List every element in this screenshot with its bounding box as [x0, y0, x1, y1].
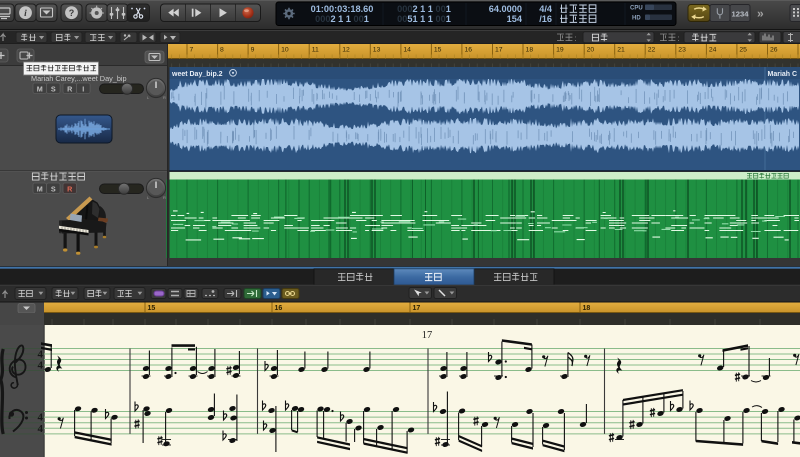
- svg-text:7: 7: [190, 47, 194, 54]
- svg-text:18: 18: [526, 47, 534, 54]
- svg-text:16: 16: [275, 305, 283, 312]
- svg-text:9: 9: [251, 47, 255, 54]
- svg-text:0002 1 1 001: 0002 1 1 001: [397, 4, 451, 14]
- svg-text:CPU: CPU: [630, 6, 643, 12]
- svg-text:18: 18: [583, 305, 591, 312]
- svg-text:25: 25: [739, 47, 747, 54]
- svg-text:17: 17: [495, 47, 503, 54]
- svg-text:24: 24: [709, 47, 717, 54]
- svg-text:R: R: [163, 195, 166, 200]
- svg-text:16: 16: [464, 47, 472, 54]
- svg-text:4: 4: [37, 359, 43, 371]
- svg-text:4: 4: [37, 412, 43, 424]
- svg-text:R: R: [163, 95, 166, 100]
- svg-text:15: 15: [434, 47, 442, 54]
- svg-text:64.0000: 64.0000: [489, 4, 522, 14]
- svg-text:13: 13: [373, 47, 381, 54]
- svg-text:17: 17: [413, 305, 421, 312]
- svg-text:i: i: [24, 9, 27, 19]
- svg-text:10: 10: [281, 47, 289, 54]
- svg-text:20: 20: [587, 47, 595, 54]
- svg-text:154: 154: [507, 14, 523, 24]
- svg-text:/16: /16: [539, 14, 552, 24]
- svg-text:M: M: [37, 184, 43, 193]
- svg-text:22: 22: [648, 47, 656, 54]
- svg-text:0051 1 1 001: 0051 1 1 001: [397, 14, 451, 24]
- svg-text::: :: [575, 34, 577, 43]
- svg-text:weet Day_bip.2: weet Day_bip.2: [171, 71, 223, 78]
- svg-text::: :: [678, 34, 680, 43]
- svg-text:23: 23: [678, 47, 686, 54]
- svg-text:4/4: 4/4: [539, 4, 553, 14]
- svg-text:11: 11: [312, 47, 319, 54]
- svg-text:?: ?: [69, 8, 75, 18]
- svg-text:8: 8: [220, 47, 224, 54]
- svg-text:19: 19: [556, 47, 564, 54]
- svg-text:S: S: [51, 184, 56, 193]
- svg-text:01:00:03:18.60: 01:00:03:18.60: [311, 4, 374, 14]
- svg-text:26: 26: [770, 47, 778, 54]
- svg-text:12: 12: [342, 47, 350, 54]
- svg-text:14: 14: [403, 47, 411, 54]
- svg-text:0002 1 1 001: 0002 1 1 001: [315, 14, 369, 24]
- svg-text:15: 15: [148, 305, 156, 312]
- svg-text:I: I: [82, 84, 84, 93]
- svg-text:17: 17: [422, 330, 433, 341]
- svg-text:HD: HD: [632, 16, 641, 22]
- svg-text:R: R: [67, 84, 73, 93]
- svg-text:1234: 1234: [732, 9, 750, 18]
- svg-text:21: 21: [617, 47, 625, 54]
- svg-text:»: »: [757, 7, 764, 21]
- svg-text:M: M: [37, 84, 43, 93]
- svg-text:R: R: [67, 184, 73, 193]
- svg-text:4: 4: [37, 423, 43, 435]
- svg-text:Mariah C: Mariah C: [768, 71, 798, 78]
- svg-text:S: S: [51, 84, 56, 93]
